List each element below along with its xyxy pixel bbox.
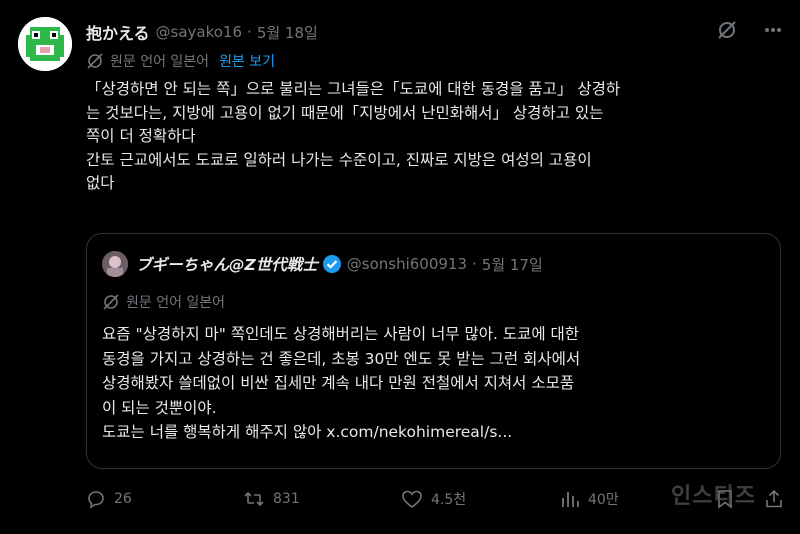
more-icon[interactable] bbox=[764, 27, 782, 33]
retweet-button[interactable]: 831 bbox=[243, 489, 300, 509]
tweet-header: 抱かえる @sayako16 · 5월 18일 bbox=[86, 19, 318, 45]
source-language: 원문 언어 일본어 bbox=[110, 54, 210, 70]
retweet-icon bbox=[243, 489, 265, 509]
tweet-text: 「상경하면 안 되는 쪽」으로 불리는 그녀들은「도쿄에 대한 동경을 품고」 … bbox=[86, 80, 621, 192]
translate-icon bbox=[102, 293, 120, 311]
verified-icon bbox=[322, 254, 342, 274]
quoted-handle[interactable]: @sonshi600913 bbox=[347, 255, 467, 273]
views-button[interactable]: 40만 bbox=[560, 489, 619, 509]
quoted-avatar[interactable] bbox=[102, 251, 128, 277]
quoted-text: 요즘 "상경하지 마" 쪽인데도 상경해버리는 사람이 너무 많아. 도쿄에 대… bbox=[102, 325, 581, 441]
grok-icon[interactable] bbox=[716, 19, 738, 41]
display-name[interactable]: 抱かえる bbox=[86, 20, 150, 44]
tweet-date[interactable]: 5월 18일 bbox=[257, 22, 318, 43]
like-count: 4.5천 bbox=[431, 492, 467, 508]
reply-button[interactable]: 26 bbox=[86, 489, 132, 509]
quoted-source-language: 원문 언어 일본어 bbox=[126, 295, 226, 311]
quoted-date[interactable]: 5월 17일 bbox=[482, 254, 543, 275]
like-button[interactable]: 4.5천 bbox=[401, 489, 466, 509]
quoted-tweet[interactable]: ブギーちゃん@Z世代戦士 @sonshi600913 · 5월 17일 원문 언… bbox=[86, 233, 781, 469]
reply-icon bbox=[86, 489, 106, 509]
user-handle[interactable]: @sayako16 bbox=[156, 23, 243, 41]
frog-avatar-image bbox=[18, 17, 72, 71]
header-actions bbox=[716, 19, 782, 41]
show-original-link[interactable]: 원본 보기 bbox=[219, 51, 275, 71]
separator-dot: · bbox=[247, 23, 252, 41]
quoted-translation-notice: 원문 언어 일본어 bbox=[102, 292, 225, 312]
translation-notice: 원문 언어 일본어 원본 보기 bbox=[86, 51, 275, 71]
quoted-display-name[interactable]: ブギーちゃん@Z世代戦士 bbox=[136, 253, 318, 275]
views-icon bbox=[560, 489, 580, 509]
like-icon bbox=[401, 489, 423, 509]
watermark: 인스티즈 bbox=[671, 484, 756, 509]
reply-count: 26 bbox=[114, 491, 132, 507]
share-icon bbox=[764, 489, 784, 509]
quoted-header: ブギーちゃん@Z世代戦士 @sonshi600913 · 5월 17일 bbox=[102, 251, 543, 277]
share-button[interactable] bbox=[764, 489, 784, 509]
translate-icon bbox=[86, 52, 104, 70]
quoted-separator-dot: · bbox=[472, 255, 477, 273]
views-count: 40만 bbox=[588, 492, 619, 508]
avatar[interactable] bbox=[18, 17, 72, 71]
retweet-count: 831 bbox=[273, 491, 300, 507]
